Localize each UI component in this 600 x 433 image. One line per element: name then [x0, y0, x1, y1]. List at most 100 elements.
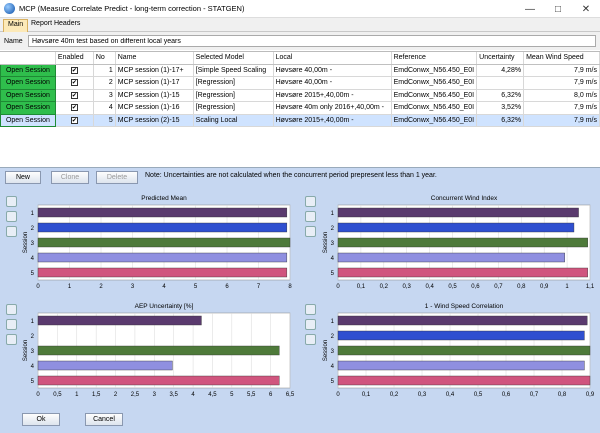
x-tick-label: 1 — [75, 392, 79, 398]
enabled-checkbox[interactable]: ✔ — [70, 116, 78, 124]
app-icon — [4, 3, 15, 14]
table-row[interactable]: Open Session ✔ 2 MCP session (1)-17 [Reg… — [0, 76, 600, 90]
tab-main[interactable]: Main — [3, 19, 29, 32]
enabled-checkbox[interactable]: ✔ — [70, 66, 78, 74]
delete-button[interactable]: Delete — [96, 171, 138, 184]
x-tick-label: 4,5 — [208, 392, 217, 398]
bar-session-1 — [37, 207, 288, 218]
maximize-icon[interactable]: □ — [544, 0, 572, 18]
uncertainty-value: 3,52% — [476, 101, 525, 115]
aep-uncertainty-chart: AEP Uncertainty [%] 0 0,5 1 1,5 2 2,5 3 3,5 4 4,5 5… — [23, 303, 295, 398]
enabled-checkbox[interactable]: ✔ — [70, 91, 78, 99]
x-tick-label: 0,7 — [530, 392, 539, 398]
open-session-button[interactable]: Open Session — [0, 76, 56, 90]
selected-model[interactable]: [Regression] — [193, 89, 274, 102]
uncertainty-note: Note: Uncertainties are not calculated w… — [145, 172, 437, 179]
row-number: 5 — [93, 114, 116, 127]
open-session-button[interactable]: Open Session — [0, 88, 56, 102]
table-row[interactable]: Open Session ✔ 3 MCP session (1)-15 [Reg… — [0, 88, 600, 102]
x-tick-label: 7 — [257, 284, 261, 290]
bar-session-2 — [337, 222, 575, 233]
tab-report-headers[interactable]: Report Headers — [27, 19, 84, 32]
x-tick-label: 0,8 — [517, 284, 526, 290]
cancel-button[interactable]: Cancel — [85, 413, 123, 426]
minimize-icon[interactable]: — — [516, 0, 544, 18]
x-tick-label: 0,4 — [425, 284, 434, 290]
chart-title: Predicted Mean — [141, 195, 187, 202]
x-tick-label: 0 — [336, 392, 340, 398]
bar-session-5 — [337, 375, 591, 386]
x-tick-label: 6,5 — [286, 392, 295, 398]
session-name[interactable]: MCP session (1)-17 — [115, 76, 194, 90]
x-tick-label: 2,5 — [131, 392, 140, 398]
reference-site[interactable]: EmdConwx_N56.450_E0I — [391, 89, 478, 102]
column-header-no[interactable]: No — [93, 52, 116, 65]
column-header-mean[interactable]: Mean Wind Speed — [523, 52, 600, 65]
column-header-uncertainty[interactable]: Uncertainty — [476, 52, 525, 65]
local-site[interactable]: Høvsøre 2015+,40,00m - — [273, 114, 392, 127]
open-session-button[interactable]: Open Session — [0, 113, 56, 127]
y-tick-label: 5 — [331, 379, 335, 385]
local-site[interactable]: Høvsøre 40m only 2016+,40,00m - — [273, 101, 392, 115]
y-tick-label: 5 — [331, 271, 335, 277]
title-bar: MCP (Measure Correlate Predict - long-te… — [0, 0, 600, 18]
mean-wind-speed: 7,9 m/s — [523, 76, 600, 90]
table-header-row: Enabled No Name Selected Model Local Ref… — [0, 52, 600, 65]
x-tick-label: 2 — [114, 392, 118, 398]
reference-site[interactable]: EmdConwx_N56.450_E0I — [391, 76, 478, 90]
bar-session-4 — [337, 360, 585, 371]
x-tick-label: 6 — [269, 392, 273, 398]
bar-session-5 — [337, 267, 588, 278]
session-name[interactable]: MCP session (1)-15 — [115, 89, 194, 102]
x-tick-label: 0,3 — [403, 284, 412, 290]
clone-button[interactable]: Clone — [51, 171, 89, 184]
table-row[interactable]: Open Session ✔ 1 MCP session (1)-17+ [Si… — [0, 63, 600, 77]
column-header-name[interactable]: Name — [115, 52, 194, 65]
column-header-enabled[interactable]: Enabled — [55, 52, 94, 65]
session-name[interactable]: MCP session (1)-17+ — [115, 64, 194, 77]
selected-model[interactable]: [Simple Speed Scaling — [193, 64, 274, 77]
y-tick-label: 4 — [31, 364, 35, 370]
y-tick-label: 2 — [31, 226, 35, 232]
x-tick-label: 0,1 — [357, 284, 366, 290]
open-session-button[interactable]: Open Session — [0, 101, 56, 115]
selected-model[interactable]: [Regression] — [193, 76, 274, 90]
enabled-checkbox[interactable]: ✔ — [70, 104, 78, 112]
local-site[interactable]: Høvsøre 2015+,40,00m - — [273, 89, 392, 102]
enabled-checkbox[interactable]: ✔ — [70, 79, 78, 87]
x-tick-label: 5 — [194, 284, 198, 290]
y-tick-label: 3 — [331, 241, 335, 247]
bar-session-3 — [337, 237, 588, 248]
y-tick-label: 4 — [331, 364, 335, 370]
name-input[interactable] — [28, 35, 596, 47]
ok-button[interactable]: Ok — [22, 413, 60, 426]
reference-site[interactable]: EmdConwx_N56.450_E0I — [391, 64, 478, 77]
local-site[interactable]: Høvsøre 40,00m - — [273, 64, 392, 77]
x-tick-label: 1 — [565, 284, 569, 290]
predicted-mean-chart: Predicted Mean 0 1 2 3 4 5 6 7 8 1 2 3 4 5 Session — [23, 195, 292, 290]
bar-session-3 — [337, 345, 591, 356]
new-button[interactable]: New — [5, 171, 41, 184]
column-header-model[interactable]: Selected Model — [193, 52, 274, 65]
session-name[interactable]: MCP session (1)-16 — [115, 101, 194, 115]
reference-site[interactable]: EmdConwx_N56.450_E0I — [391, 101, 478, 115]
mean-wind-speed: 8,0 m/s — [523, 89, 600, 102]
column-header — [0, 52, 56, 65]
bar-session-4 — [37, 252, 288, 263]
reference-site[interactable]: EmdConwx_N56.450_E0I — [391, 114, 478, 127]
column-header-local[interactable]: Local — [273, 52, 392, 65]
selected-model[interactable]: Scaling Local — [193, 114, 274, 127]
window-title: MCP (Measure Correlate Predict - long-te… — [19, 4, 245, 13]
local-site[interactable]: Høvsøre 40,00m - — [273, 76, 392, 90]
x-tick-label: 0,4 — [446, 392, 455, 398]
session-name[interactable]: MCP session (2)-15 — [115, 114, 194, 127]
column-header-reference[interactable]: Reference — [391, 52, 478, 65]
open-session-button[interactable]: Open Session — [0, 63, 56, 77]
table-row[interactable]: Open Session ✔ 4 MCP session (1)-16 [Reg… — [0, 101, 600, 115]
x-tick-label: 0 — [336, 284, 340, 290]
bar-session-3 — [37, 237, 291, 248]
selected-model[interactable]: [Regression] — [193, 101, 274, 115]
x-tick-label: 0,3 — [418, 392, 427, 398]
close-icon[interactable]: ✕ — [572, 0, 600, 18]
table-row[interactable]: Open Session ✔ 5 MCP session (2)-15 Scal… — [0, 113, 600, 127]
